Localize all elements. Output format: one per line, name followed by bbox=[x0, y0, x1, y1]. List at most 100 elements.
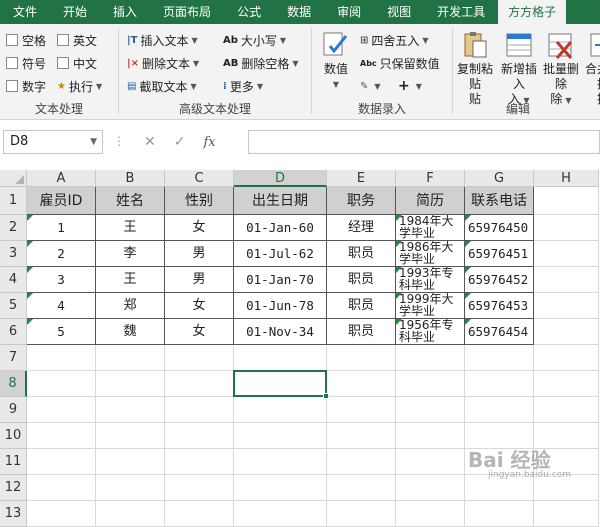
cell[interactable] bbox=[396, 501, 465, 527]
tab-page-layout[interactable]: 页面布局 bbox=[150, 0, 224, 24]
table-cell[interactable]: 1984年大学毕业 bbox=[396, 215, 465, 241]
tab-file[interactable]: 文件 bbox=[0, 0, 50, 24]
check-chinese[interactable]: 中文 bbox=[57, 53, 97, 73]
cell[interactable] bbox=[96, 501, 165, 527]
row-header-4[interactable]: 4 bbox=[0, 267, 27, 293]
column-header-e[interactable]: E bbox=[327, 170, 396, 187]
row-header-12[interactable]: 12 bbox=[0, 475, 27, 501]
row-header-8[interactable]: 8 bbox=[0, 371, 27, 397]
cell[interactable] bbox=[465, 345, 534, 371]
table-cell[interactable]: 男 bbox=[165, 267, 234, 293]
table-cell[interactable]: 1999年大学毕业 bbox=[396, 293, 465, 319]
cell[interactable] bbox=[396, 371, 465, 397]
cell[interactable] bbox=[165, 423, 234, 449]
check-space[interactable]: 空格 bbox=[6, 30, 46, 50]
cell[interactable] bbox=[165, 371, 234, 397]
cell[interactable] bbox=[234, 345, 327, 371]
cell[interactable] bbox=[96, 371, 165, 397]
table-cell[interactable]: 李 bbox=[96, 241, 165, 267]
column-header-c[interactable]: C bbox=[165, 170, 234, 187]
cell[interactable] bbox=[327, 397, 396, 423]
table-header-cell[interactable]: 简历 bbox=[396, 187, 465, 215]
cell[interactable] bbox=[96, 397, 165, 423]
check-symbol[interactable]: 符号 bbox=[6, 53, 46, 73]
table-cell[interactable]: 65976450 bbox=[465, 215, 534, 241]
table-cell[interactable]: 65976454 bbox=[465, 319, 534, 345]
cell[interactable] bbox=[234, 475, 327, 501]
tab-review[interactable]: 审阅 bbox=[324, 0, 374, 24]
name-box[interactable]: D8 ▼ bbox=[3, 130, 103, 154]
table-cell[interactable]: 职员 bbox=[327, 241, 396, 267]
column-header-b[interactable]: B bbox=[96, 170, 165, 187]
cell[interactable] bbox=[234, 423, 327, 449]
cell[interactable] bbox=[27, 501, 96, 527]
table-header-cell[interactable]: 性别 bbox=[165, 187, 234, 215]
cell[interactable] bbox=[465, 371, 534, 397]
table-cell[interactable]: 女 bbox=[165, 215, 234, 241]
cell[interactable] bbox=[396, 397, 465, 423]
cell[interactable] bbox=[327, 345, 396, 371]
table-cell[interactable]: 4 bbox=[27, 293, 96, 319]
insert-new-button[interactable]: 新增插入 入 ▼ bbox=[497, 30, 541, 108]
tab-home[interactable]: 开始 bbox=[50, 0, 100, 24]
plus-button[interactable]: + ▼ bbox=[398, 76, 422, 96]
row-header-1[interactable]: 1 bbox=[0, 187, 27, 215]
table-cell[interactable]: 3 bbox=[27, 267, 96, 293]
check-english[interactable]: 英文 bbox=[57, 30, 97, 50]
cell[interactable] bbox=[27, 449, 96, 475]
table-cell[interactable]: 65976451 bbox=[465, 241, 534, 267]
table-cell[interactable]: 王 bbox=[96, 267, 165, 293]
column-header-d[interactable]: D bbox=[234, 170, 327, 187]
row-header-13[interactable]: 13 bbox=[0, 501, 27, 527]
row-header-10[interactable]: 10 bbox=[0, 423, 27, 449]
enter-icon[interactable]: ✓ bbox=[174, 134, 186, 150]
table-cell[interactable]: 01-Jul-62 bbox=[234, 241, 327, 267]
cell[interactable] bbox=[327, 449, 396, 475]
column-header-h[interactable]: H bbox=[534, 170, 599, 187]
row-header-5[interactable]: 5 bbox=[0, 293, 27, 319]
cell[interactable] bbox=[234, 449, 327, 475]
batch-delete-button[interactable]: 批量删除 除 ▼ bbox=[541, 30, 581, 108]
row-header-6[interactable]: 6 bbox=[0, 319, 27, 345]
table-cell[interactable]: 职员 bbox=[327, 267, 396, 293]
table-cell[interactable]: 职员 bbox=[327, 293, 396, 319]
table-cell[interactable]: 郑 bbox=[96, 293, 165, 319]
cell[interactable] bbox=[96, 475, 165, 501]
table-cell[interactable]: 1956年专科毕业 bbox=[396, 319, 465, 345]
cell[interactable] bbox=[165, 345, 234, 371]
cell[interactable] bbox=[27, 397, 96, 423]
cell[interactable] bbox=[27, 371, 96, 397]
cell[interactable] bbox=[234, 397, 327, 423]
cell[interactable] bbox=[165, 397, 234, 423]
more-button[interactable]: ⁞ 更多 ▼ bbox=[223, 76, 263, 96]
column-header-a[interactable]: A bbox=[27, 170, 96, 187]
cell[interactable] bbox=[465, 397, 534, 423]
merge-convert-button[interactable]: 合并转换 换 bbox=[583, 30, 600, 107]
row-header-11[interactable]: 11 bbox=[0, 449, 27, 475]
table-cell[interactable]: 男 bbox=[165, 241, 234, 267]
cell[interactable] bbox=[534, 187, 599, 215]
table-cell[interactable]: 5 bbox=[27, 319, 96, 345]
tab-view[interactable]: 视图 bbox=[374, 0, 424, 24]
check-number[interactable]: 数字 bbox=[6, 76, 46, 96]
select-all-button[interactable] bbox=[0, 170, 27, 187]
table-cell[interactable]: 01-Jun-78 bbox=[234, 293, 327, 319]
cell[interactable] bbox=[27, 423, 96, 449]
cell[interactable] bbox=[534, 293, 599, 319]
cell[interactable] bbox=[534, 215, 599, 241]
tab-formulas[interactable]: 公式 bbox=[224, 0, 274, 24]
row-header-9[interactable]: 9 bbox=[0, 397, 27, 423]
table-header-cell[interactable]: 姓名 bbox=[96, 187, 165, 215]
table-cell[interactable]: 1 bbox=[27, 215, 96, 241]
table-header-cell[interactable]: 联系电话 bbox=[465, 187, 534, 215]
delete-space-button[interactable]: AB 删除空格 ▼ bbox=[223, 53, 299, 73]
cell[interactable] bbox=[534, 397, 599, 423]
cell[interactable] bbox=[327, 371, 396, 397]
table-cell[interactable]: 魏 bbox=[96, 319, 165, 345]
extract-text-button[interactable]: ▤ 截取文本 ▼ bbox=[127, 76, 197, 96]
cell[interactable] bbox=[534, 371, 599, 397]
delete-text-button[interactable]: |× 删除文本 ▼ bbox=[127, 53, 199, 73]
cell[interactable] bbox=[534, 501, 599, 527]
cell[interactable] bbox=[165, 449, 234, 475]
cell[interactable] bbox=[327, 423, 396, 449]
